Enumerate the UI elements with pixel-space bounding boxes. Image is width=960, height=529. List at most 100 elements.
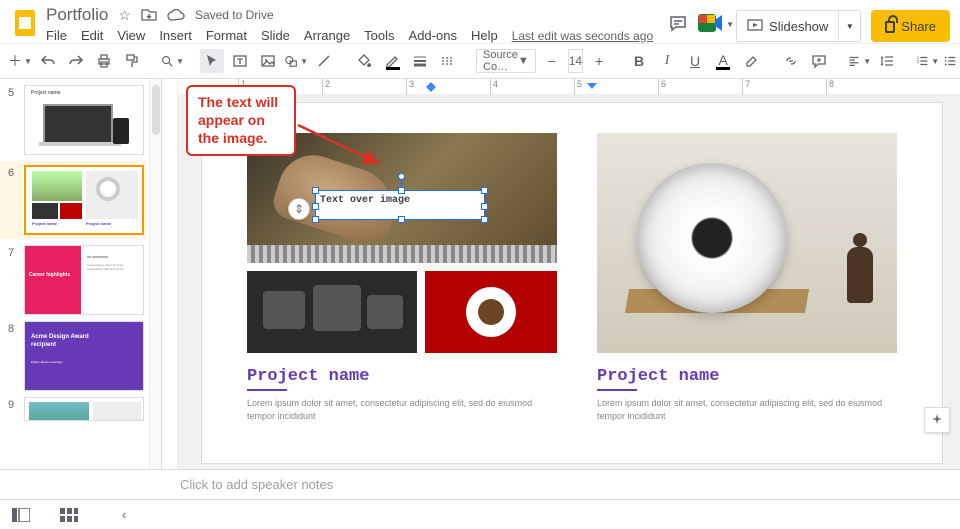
insert-link-button[interactable] <box>779 49 803 73</box>
annotation-arrow-icon <box>294 119 384 169</box>
explore-button[interactable] <box>924 407 950 433</box>
textbox-tool[interactable] <box>228 49 252 73</box>
project-description[interactable]: Lorem ipsum dolor sit amet, consectetur … <box>597 397 897 422</box>
ruler-tick: 2 <box>322 79 330 95</box>
align-button[interactable]: ▼ <box>847 49 871 73</box>
paint-format-button[interactable] <box>120 49 144 73</box>
move-icon[interactable] <box>141 8 157 22</box>
resize-handle[interactable] <box>312 187 319 194</box>
menu-addons[interactable]: Add-ons <box>409 28 457 43</box>
print-button[interactable] <box>92 49 116 73</box>
thumb-body: Lorem ipsum dolor sit amet consectetur a… <box>87 264 137 272</box>
rotate-handle[interactable] <box>398 173 405 180</box>
ruler-tick: 3 <box>406 79 414 95</box>
ruler-tick: 8 <box>826 79 834 95</box>
fill-color-button[interactable] <box>352 49 376 73</box>
slide-thumbnail[interactable]: 9 <box>8 397 147 421</box>
meet-icon[interactable]: ▼ <box>698 12 726 40</box>
menubar: File Edit View Insert Format Slide Arran… <box>46 26 668 43</box>
menu-slide[interactable]: Slide <box>261 28 290 43</box>
indent-marker-icon[interactable] <box>587 79 597 97</box>
project-title[interactable]: Project name <box>597 367 897 386</box>
bulleted-list-button[interactable]: ▼ <box>943 49 960 73</box>
share-label: Share <box>901 19 936 34</box>
select-tool[interactable] <box>200 49 224 73</box>
slide-number: 5 <box>8 85 18 155</box>
selected-text-box[interactable]: Text over image <box>315 190 485 220</box>
italic-button[interactable]: I <box>655 49 679 73</box>
slide-thumbnail[interactable]: 5 Project name <box>8 85 147 155</box>
slideshow-dropdown[interactable]: ▼ <box>838 11 860 41</box>
document-title[interactable]: Portfolio <box>46 5 108 25</box>
saved-status: Saved to Drive <box>195 8 274 22</box>
shape-tool[interactable]: ▼ <box>284 49 308 73</box>
indent-marker-icon[interactable] <box>426 79 436 97</box>
font-size-input[interactable]: 14 <box>568 49 583 73</box>
resize-handle[interactable] <box>398 187 405 194</box>
project-title[interactable]: Project name <box>247 367 557 386</box>
resize-handle[interactable] <box>398 216 405 223</box>
underline-button[interactable]: U <box>683 49 707 73</box>
resize-handle[interactable] <box>312 216 319 223</box>
border-color-button[interactable] <box>380 49 404 73</box>
border-dash-button[interactable] <box>436 49 460 73</box>
speaker-notes[interactable]: Click to add speaker notes <box>0 469 960 499</box>
ruler-tick: 7 <box>742 79 750 95</box>
cloud-saved-icon[interactable] <box>167 9 185 21</box>
collapse-panel-button[interactable]: ‹ <box>122 507 126 522</box>
sidebar-scrollbar[interactable] <box>149 79 161 469</box>
thumb-title: Project name <box>31 90 60 96</box>
menu-insert[interactable]: Insert <box>159 28 192 43</box>
share-button[interactable]: Share <box>871 10 950 42</box>
redo-button[interactable] <box>64 49 88 73</box>
vertical-ruler <box>162 79 178 469</box>
text-color-button[interactable]: A <box>711 49 735 73</box>
font-size-decrease[interactable]: − <box>540 49 564 73</box>
menu-format[interactable]: Format <box>206 28 247 43</box>
new-slide-button[interactable]: ＋▼ <box>8 49 32 73</box>
slide-thumbnail[interactable]: 6 Project name Project name <box>0 161 147 239</box>
slide-number: 8 <box>8 321 18 391</box>
menu-edit[interactable]: Edit <box>81 28 103 43</box>
menu-tools[interactable]: Tools <box>364 28 394 43</box>
image-tool[interactable] <box>256 49 280 73</box>
highlight-color-button[interactable] <box>739 49 763 73</box>
line-tool[interactable] <box>312 49 336 73</box>
resize-handle[interactable] <box>312 203 319 210</box>
insert-comment-button[interactable] <box>807 49 831 73</box>
font-size-increase[interactable]: + <box>587 49 611 73</box>
slide-thumbnail[interactable]: 8 Acme Design Award recipient Parker Mee… <box>8 321 147 391</box>
comments-icon[interactable] <box>668 14 688 39</box>
border-weight-button[interactable] <box>408 49 432 73</box>
bold-button[interactable]: B <box>627 49 651 73</box>
grid-view-button[interactable] <box>60 508 78 522</box>
slideshow-button[interactable]: Slideshow ▼ <box>736 10 861 42</box>
slide-number: 6 <box>8 165 18 235</box>
thumb-heading: Career highlights <box>29 272 70 278</box>
line-spacing-button[interactable] <box>875 49 899 73</box>
slideshow-label: Slideshow <box>769 19 828 34</box>
svg-text:2: 2 <box>917 59 920 64</box>
font-family-select[interactable]: Source Co…▼ <box>476 49 536 73</box>
menu-view[interactable]: View <box>117 28 145 43</box>
filmstrip-view-button[interactable] <box>12 508 30 522</box>
zoom-button[interactable]: ▼ <box>160 49 184 73</box>
slide-thumbnail[interactable]: 7 Career highlights xx xxxxxxxx Lorem ip… <box>8 245 147 315</box>
project-description[interactable]: Lorem ipsum dolor sit amet, consectetur … <box>247 397 557 422</box>
menu-help[interactable]: Help <box>471 28 498 43</box>
menu-arrange[interactable]: Arrange <box>304 28 350 43</box>
resize-handle[interactable] <box>481 216 488 223</box>
toolbar: ＋▼ ▼ ▼ Source Co…▼ − 14 + B I U A ▼ 12▼ … <box>0 43 960 79</box>
move-handle-icon[interactable]: ⇕ <box>288 198 310 220</box>
resize-handle[interactable] <box>481 187 488 194</box>
thumb-heading: Acme Design Award recipient <box>31 334 101 350</box>
undo-button[interactable] <box>36 49 60 73</box>
numbered-list-button[interactable]: 12▼ <box>915 49 939 73</box>
resize-handle[interactable] <box>481 203 488 210</box>
ruler-tick: 6 <box>658 79 666 95</box>
app-logo[interactable] <box>10 4 40 42</box>
star-icon[interactable]: ☆ <box>118 7 131 24</box>
menu-file[interactable]: File <box>46 28 67 43</box>
slide-canvas-area[interactable]: 1 2 3 4 5 6 7 8 The text will appear on … <box>162 79 960 469</box>
last-edit-link[interactable]: Last edit was seconds ago <box>512 29 653 43</box>
